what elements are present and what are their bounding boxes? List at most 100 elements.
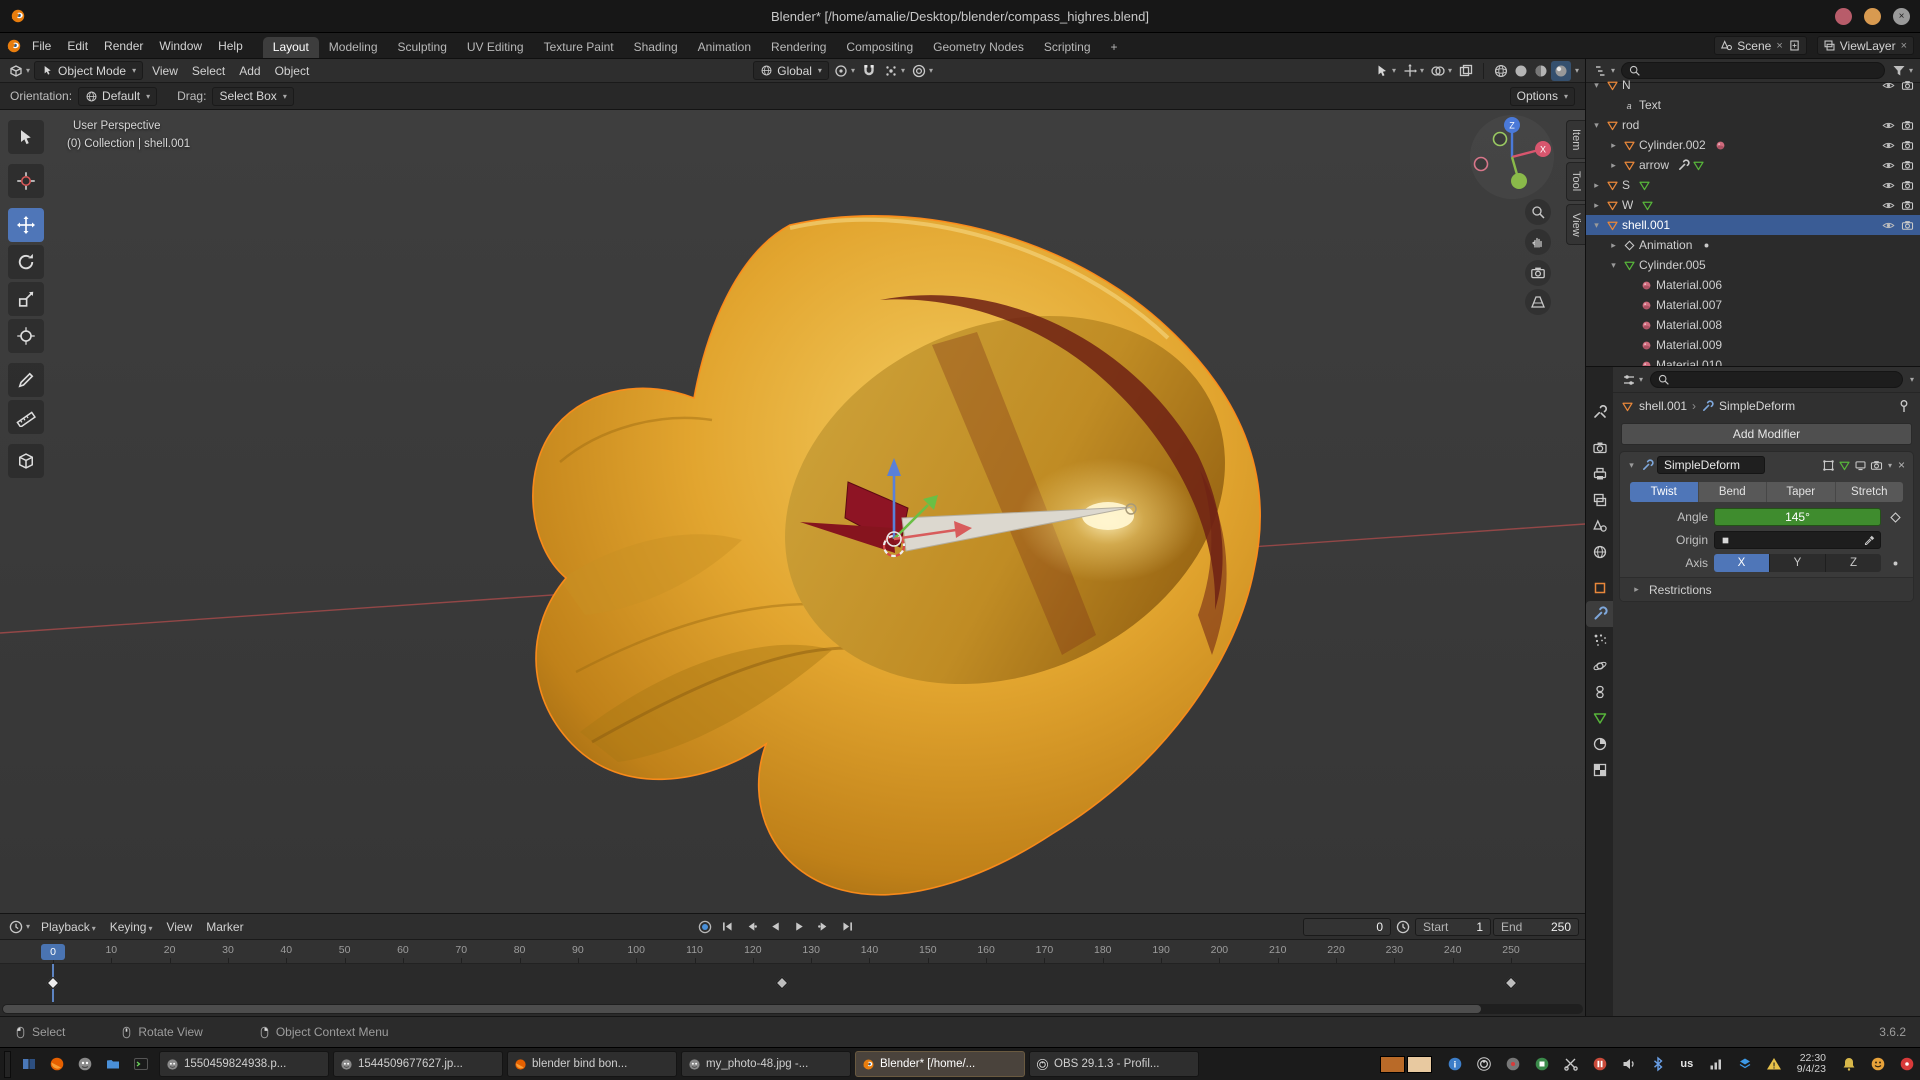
keyframe-marker[interactable] — [47, 977, 60, 990]
outliner-row-rod[interactable]: ▾rod — [1586, 115, 1920, 135]
outliner-row-cylinder-002[interactable]: ▸Cylinder.002 — [1586, 135, 1920, 155]
edit-mode-display-icon[interactable] — [1822, 459, 1835, 472]
properties-tab-particles[interactable] — [1586, 627, 1613, 653]
origin-object-field[interactable] — [1714, 531, 1881, 549]
outliner-search-input[interactable] — [1621, 62, 1885, 79]
next-keyframe-button[interactable] — [813, 918, 835, 936]
sidebar-tab-view[interactable]: View — [1566, 204, 1585, 246]
outliner-row-shell-001[interactable]: ▾shell.001 — [1586, 215, 1920, 235]
axis-x-button[interactable]: X — [1714, 554, 1770, 572]
show-desktop-button[interactable] — [4, 1051, 11, 1078]
add-modifier-button[interactable]: Add Modifier — [1621, 423, 1912, 445]
render-camera-icon[interactable] — [1901, 179, 1914, 192]
workspace-tab-rendering[interactable]: Rendering — [761, 37, 836, 58]
visibility-eye-icon[interactable] — [1882, 159, 1895, 172]
outliner-row-animation[interactable]: ▸Animation — [1586, 235, 1920, 255]
outliner-row-material-010[interactable]: Material.010 — [1586, 355, 1920, 367]
tray-player[interactable] — [1504, 1055, 1522, 1073]
taskbar-window-gimp[interactable]: my_photo-48.jpg -... — [681, 1051, 851, 1077]
tray-badge[interactable] — [1898, 1055, 1916, 1073]
keyframe-marker[interactable] — [1505, 977, 1518, 990]
modifier-name-field[interactable]: SimpleDeform — [1657, 456, 1765, 474]
jump-to-end-button[interactable] — [837, 918, 859, 936]
collapse-icon[interactable]: ▾ — [1625, 460, 1638, 471]
render-camera-icon[interactable] — [1901, 119, 1914, 132]
color-swatch[interactable] — [1380, 1056, 1405, 1073]
close-button[interactable]: × — [1893, 8, 1910, 25]
tray-sync[interactable] — [1736, 1055, 1754, 1073]
launcher-files[interactable] — [101, 1052, 125, 1076]
deform-mode-twist-button[interactable]: Twist — [1630, 482, 1699, 502]
workspace-tab-modeling[interactable]: Modeling — [319, 37, 388, 58]
pan-button[interactable] — [1525, 229, 1551, 255]
viewport-menu-view[interactable]: View — [145, 64, 185, 78]
modifier-delete-icon[interactable]: × — [1895, 458, 1908, 472]
tool-select-box-button[interactable] — [8, 120, 44, 154]
properties-tab-material[interactable] — [1586, 731, 1613, 757]
cage-display-icon[interactable] — [1838, 459, 1851, 472]
tool-rotate-button[interactable] — [8, 245, 44, 279]
visibility-eye-icon[interactable] — [1882, 79, 1895, 92]
previous-keyframe-button[interactable] — [741, 918, 763, 936]
launcher-terminal[interactable] — [129, 1052, 153, 1076]
outliner-row-arrow[interactable]: ▸arrow — [1586, 155, 1920, 175]
drag-dropdown[interactable]: Select Box ▾ — [212, 87, 293, 106]
modifier-extras-icon[interactable]: ▾ — [1888, 461, 1892, 470]
properties-tab-viewlayer[interactable] — [1586, 487, 1613, 513]
mode-selector[interactable]: Object Mode ▾ — [34, 61, 143, 80]
render-camera-icon[interactable] — [1901, 159, 1914, 172]
breadcrumb-object[interactable]: shell.001 — [1639, 399, 1687, 413]
navigation-gizmo[interactable]: Z X — [1467, 112, 1557, 202]
zoom-button[interactable] — [1525, 199, 1551, 225]
properties-tab-texture[interactable] — [1586, 757, 1613, 783]
add-workspace-button[interactable]: + — [1101, 37, 1128, 58]
visibility-eye-icon[interactable] — [1882, 219, 1895, 232]
properties-tab-scene[interactable] — [1586, 513, 1613, 539]
perspective-toggle-button[interactable] — [1525, 289, 1551, 315]
taskbar-window-firefox[interactable]: blender bind bon... — [507, 1051, 677, 1077]
timeline-menu-view[interactable]: View — [159, 920, 199, 934]
expand-icon[interactable]: ▸ — [1607, 140, 1620, 151]
view-layer-selector[interactable]: ViewLayer × — [1817, 36, 1914, 55]
workspace-tab-scripting[interactable]: Scripting — [1034, 37, 1101, 58]
outliner-row-material-007[interactable]: Material.007 — [1586, 295, 1920, 315]
auto-keying-toggle[interactable] — [695, 917, 715, 937]
menu-file[interactable]: File — [24, 36, 59, 56]
render-camera-icon[interactable] — [1901, 199, 1914, 212]
play-reverse-button[interactable] — [765, 918, 787, 936]
axis-y-handle[interactable] — [1511, 173, 1527, 189]
render-camera-icon[interactable] — [1901, 79, 1914, 92]
sidebar-tab-tool[interactable]: Tool — [1566, 162, 1585, 200]
outliner-editor-type-button[interactable]: ▾ — [1591, 61, 1617, 81]
visibility-eye-icon[interactable] — [1882, 179, 1895, 192]
expand-icon[interactable]: ▸ — [1607, 160, 1620, 171]
axis-neg-x-handle[interactable] — [1475, 158, 1488, 171]
axis-neg-y-handle[interactable] — [1494, 133, 1507, 146]
expand-icon[interactable]: ▾ — [1590, 220, 1603, 231]
shading-rendered-button[interactable] — [1551, 61, 1571, 81]
viewport-menu-select[interactable]: Select — [185, 64, 232, 78]
taskbar-window-obs[interactable]: OBS 29.1.3 - Profil... — [1029, 1051, 1199, 1077]
timeline-menu-keying[interactable]: Keying▾ — [103, 920, 160, 934]
expand-icon[interactable]: ▸ — [1590, 200, 1603, 211]
animate-dot-icon[interactable] — [1889, 557, 1902, 570]
timeline-editor-type-button[interactable]: ▾ — [6, 917, 32, 937]
angle-slider[interactable]: 145° — [1714, 508, 1881, 526]
launcher-gimp[interactable] — [73, 1052, 97, 1076]
pin-icon[interactable] — [1896, 398, 1912, 414]
tool-add-cube-button[interactable] — [8, 444, 44, 478]
timeline-menu-playback[interactable]: Playback▾ — [34, 920, 103, 934]
play-button[interactable] — [789, 918, 811, 936]
timeline-tracks[interactable] — [0, 964, 1585, 1002]
tray-recorder[interactable] — [1533, 1055, 1551, 1073]
properties-tab-object[interactable] — [1586, 575, 1613, 601]
workspace-tab-texture-paint[interactable]: Texture Paint — [534, 37, 624, 58]
render-camera-icon[interactable] — [1901, 219, 1914, 232]
outliner-row-s[interactable]: ▸S — [1586, 175, 1920, 195]
expand-icon[interactable]: ▾ — [1590, 120, 1603, 131]
workspace-tab-animation[interactable]: Animation — [688, 37, 761, 58]
taskbar-window-gimp[interactable]: 1544509677627.jp... — [333, 1051, 503, 1077]
selectability-visibility-button[interactable]: ▾ — [1372, 61, 1398, 81]
timeline-ruler[interactable]: 0102030405060708090100110120130140150160… — [0, 940, 1585, 964]
outliner-row-text[interactable]: aText — [1586, 95, 1920, 115]
